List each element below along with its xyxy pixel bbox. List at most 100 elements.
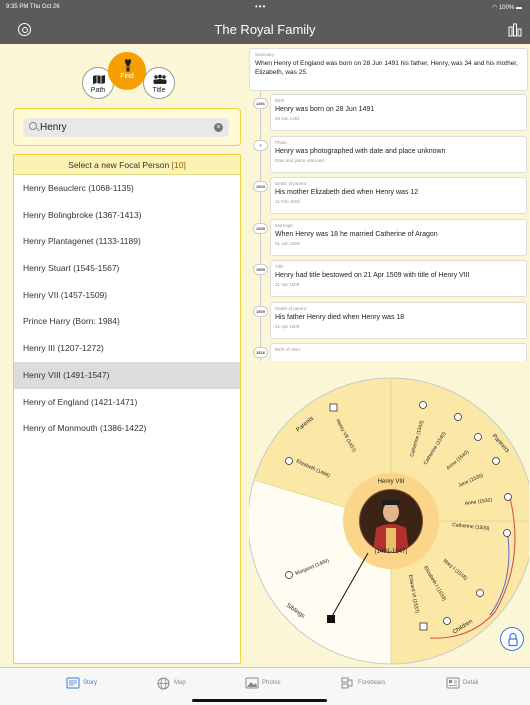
id-card-icon xyxy=(446,677,460,689)
event-card[interactable]: Death of parent His father Henry died wh… xyxy=(270,302,527,339)
tree-icon xyxy=(341,677,353,689)
tab-photos-label: Photos xyxy=(262,680,281,686)
child-marker[interactable] xyxy=(476,589,484,597)
book-icon xyxy=(66,677,80,689)
partner-marker[interactable] xyxy=(454,413,462,421)
person-row[interactable]: Henry Beauclerc (1068-1135) xyxy=(14,175,240,202)
event-caption: Photo xyxy=(275,140,287,145)
clear-search-icon[interactable]: × xyxy=(214,123,223,132)
event-year-badge: 1509 xyxy=(253,223,268,234)
mode-selector: Path Title Find xyxy=(13,46,241,106)
find-mode-label: Find xyxy=(120,73,134,80)
app-title: The Royal Family xyxy=(214,22,316,37)
person-row[interactable]: Henry VII (1457-1509) xyxy=(14,282,240,309)
battery-icon: ▬ xyxy=(516,5,522,11)
event-year-badge: 1491 xyxy=(253,98,268,109)
event-caption: Birth of child xyxy=(275,347,300,352)
focal-person-list: Select a new Focal Person [10] Henry Bea… xyxy=(13,154,241,664)
event-caption: Death of parent xyxy=(275,306,307,311)
event-date: 11 Feb 1503 xyxy=(275,199,300,204)
sibling-marker-filled[interactable] xyxy=(327,615,335,623)
person-row[interactable]: Henry Plantagenet (1133-1189) xyxy=(14,228,240,255)
battery-indicator: ◠ 100% ▬ xyxy=(492,4,522,11)
event-year-badge: ? xyxy=(253,140,268,151)
flashlight-icon xyxy=(125,59,131,72)
person-row-selected[interactable]: Henry VIII (1491-1547) xyxy=(14,361,240,389)
event-year-badge: 1509 xyxy=(253,264,268,275)
person-row[interactable]: Henry Bolingbroke (1367-1413) xyxy=(14,202,240,229)
event-caption: Title xyxy=(275,264,284,269)
sibling-marker[interactable] xyxy=(285,571,293,579)
person-row[interactable]: Prince Harry (Born: 1984) xyxy=(14,308,240,335)
event-card[interactable]: Death of parent His mother Elizabeth die… xyxy=(270,177,527,214)
list-count: [10] xyxy=(171,160,186,170)
summary-caption: Summary xyxy=(255,52,275,57)
event-year-badge: 1503 xyxy=(253,181,268,192)
family-wheel[interactable]: Henry VIII (1491-1547) Parents Partners … xyxy=(249,371,529,665)
title-mode-label: Title xyxy=(152,87,166,94)
partner-marker[interactable] xyxy=(504,493,512,501)
event-date: 21 Apr 1509 xyxy=(275,324,300,329)
summary-text: When Henry of England was born on 28 Jun… xyxy=(255,60,518,76)
event-year-badge: 1516 xyxy=(253,347,268,358)
event-card[interactable]: Marriage When Henry was 18 he married Ca… xyxy=(270,219,527,256)
search-bar[interactable]: × xyxy=(23,118,229,137)
event-caption: Marriage xyxy=(275,223,293,228)
people-icon xyxy=(153,74,167,84)
event-date: 28 Jun 1491 xyxy=(275,116,300,121)
person-row[interactable]: Henry III (1207-1272) xyxy=(14,335,240,362)
list-header: Select a new Focal Person [10] xyxy=(14,155,240,175)
story-timeline[interactable]: Summary When Henry of England was born o… xyxy=(249,48,529,361)
battery-text: 100% xyxy=(498,5,515,11)
event-headline: His mother Elizabeth died when Henry was… xyxy=(275,189,419,196)
event-card[interactable]: Title Henry had title bestowed on 21 Apr… xyxy=(270,260,527,297)
event-headline: Henry was born on 28 Jun 1491 xyxy=(275,106,375,113)
chart-icon[interactable] xyxy=(508,23,522,37)
focal-name: Henry VIII xyxy=(378,479,405,485)
lock-icon xyxy=(508,632,518,647)
search-input[interactable] xyxy=(40,120,210,135)
event-headline: When Henry was 18 he married Catherine o… xyxy=(275,231,438,238)
left-panel: Path Title Find × Select a new Foca xyxy=(13,46,241,664)
event-year-badge: 1509 xyxy=(253,306,268,317)
person-row[interactable]: Henry of England (1421-1471) xyxy=(14,389,240,416)
list-header-label: Select a new Focal Person xyxy=(68,160,170,170)
summary-card: Summary When Henry of England was born o… xyxy=(249,48,528,91)
person-row[interactable]: Henry of Monmouth (1386-1422) xyxy=(14,415,240,442)
parent-female-marker[interactable] xyxy=(285,457,293,465)
partner-marker[interactable] xyxy=(419,401,427,409)
status-bar: 9:35 PM Thu Oct 26 ••• ◠ 100% ▬ xyxy=(0,0,530,16)
event-caption: Birth xyxy=(275,98,285,103)
tab-detail-label: Detail xyxy=(463,680,479,686)
multitask-dots[interactable]: ••• xyxy=(255,2,266,11)
partner-marker[interactable] xyxy=(503,529,511,537)
search-frame: × xyxy=(13,108,241,146)
tab-forebears-label: Forebears xyxy=(358,680,386,686)
event-caption: Death of parent xyxy=(275,181,307,186)
event-headline: Henry was photographed with date and pla… xyxy=(275,148,446,155)
map-icon xyxy=(93,75,105,84)
photo-icon xyxy=(245,677,259,689)
event-card[interactable]: Birth Henry was born on 28 Jun 1491 28 J… xyxy=(270,94,527,131)
event-date: 21 Apr 1509 xyxy=(275,282,300,287)
child-marker[interactable] xyxy=(419,622,428,631)
partner-marker[interactable] xyxy=(474,433,482,441)
tab-story-label: Story xyxy=(83,680,98,686)
wifi-icon: ◠ xyxy=(492,5,498,11)
globe-icon xyxy=(157,677,170,690)
person-row[interactable]: Henry Stuart (1545-1567) xyxy=(14,255,240,282)
tab-map-label: Map xyxy=(174,680,186,686)
title-mode-button[interactable]: Title xyxy=(143,67,175,99)
home-indicator xyxy=(192,699,327,702)
child-marker[interactable] xyxy=(443,617,451,625)
partner-marker[interactable] xyxy=(492,457,500,465)
parent-male-marker[interactable] xyxy=(329,403,338,412)
path-mode-label: Path xyxy=(90,87,106,94)
lock-button[interactable] xyxy=(500,627,524,651)
focal-dates: (1491-1547) xyxy=(375,549,408,555)
event-card[interactable]: Photo Henry was photographed with date a… xyxy=(270,136,527,173)
event-headline: Henry had title bestowed on 21 Apr 1509 … xyxy=(275,272,470,279)
event-card[interactable]: Birth of child xyxy=(270,343,527,361)
event-date: 01 Jan 1509 xyxy=(275,241,300,246)
find-mode-button[interactable]: Find xyxy=(108,52,146,90)
